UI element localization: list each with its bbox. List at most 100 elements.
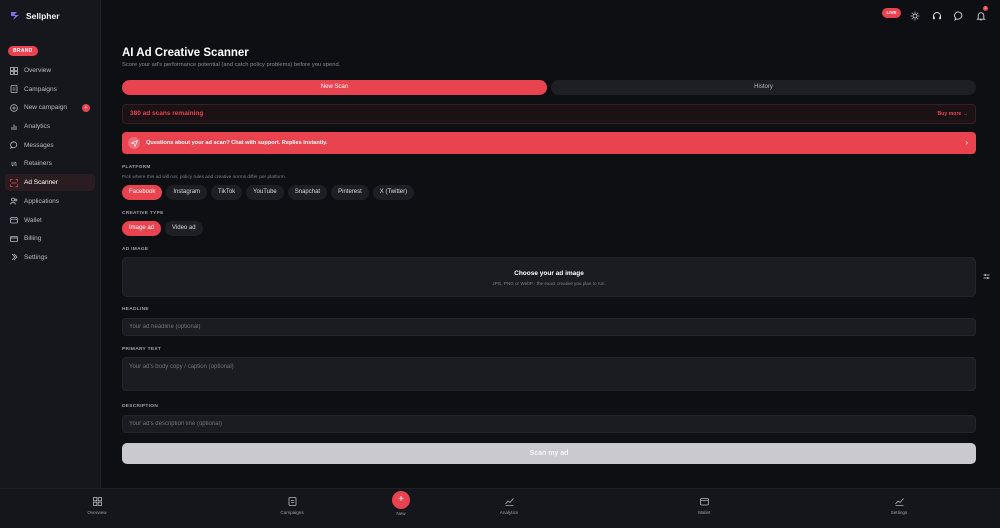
sidebar-item-analytics[interactable]: Analytics xyxy=(5,118,95,135)
platform-chip-instagram[interactable]: Instagram xyxy=(166,185,208,200)
bottom-nav-analytics[interactable]: Analytics xyxy=(489,497,529,515)
bottom-nav-campaigns[interactable]: Campaigns xyxy=(272,497,312,515)
sidebar-item-label: Billing xyxy=(24,235,42,243)
chat-bubble-icon[interactable] xyxy=(954,8,964,22)
headline-label: HEADLINE xyxy=(122,307,149,312)
repeat-icon xyxy=(10,160,18,168)
ad-image-dropzone[interactable]: Choose your ad image JPG, PNG or WebP · … xyxy=(122,257,976,297)
wallet-icon xyxy=(10,216,18,224)
notification-count: 3 xyxy=(983,6,988,11)
description-input[interactable] xyxy=(122,415,976,433)
sidebar-item-applications[interactable]: Applications xyxy=(5,193,95,210)
bottom-nav-label: Settings xyxy=(890,510,908,515)
sidebar-item-label: Ad Scanner xyxy=(24,179,58,187)
platform-chip-pinterest[interactable]: Pinterest xyxy=(331,185,369,200)
grid-icon xyxy=(92,497,102,506)
settings-icon xyxy=(894,498,904,506)
sidebar-item-label: Analytics xyxy=(24,123,51,131)
trend-icon xyxy=(504,498,514,506)
sidebar-item-new-campaign[interactable]: New campaign + xyxy=(5,99,95,116)
sidebar-item-label: Campaigns xyxy=(24,85,57,93)
platform-chip-snapchat[interactable]: Snapchat xyxy=(287,185,328,200)
scan-button[interactable]: Scan my ad xyxy=(122,443,976,464)
creative-type-options: Image ad Video ad xyxy=(122,221,203,236)
bar-chart-icon xyxy=(10,123,18,131)
upload-subtitle: JPG, PNG or WebP · the exact creative yo… xyxy=(492,281,606,286)
primary-text-input[interactable] xyxy=(122,357,976,391)
bottom-nav: Overview Campaigns Analytics Wallet Sett… xyxy=(0,488,1000,528)
tab-history[interactable]: History xyxy=(551,80,976,95)
description-label: DESCRIPTION xyxy=(122,404,159,409)
card-icon xyxy=(10,235,18,243)
document-icon xyxy=(10,85,18,94)
tab-new-scan[interactable]: New Scan xyxy=(122,80,547,95)
platform-hint: Pick where this ad will run; policy rule… xyxy=(122,175,287,180)
platform-options: Facebook Instagram TikTok YouTube Snapch… xyxy=(122,185,415,200)
plus-icon: + xyxy=(398,494,404,505)
buy-more-link[interactable]: Buy more → xyxy=(937,111,968,117)
sidebar-nav: Overview Campaigns New campaign + Analyt… xyxy=(5,62,95,268)
bottom-nav-label: Analytics xyxy=(499,510,519,515)
platform-chip-facebook[interactable]: Facebook xyxy=(122,185,163,200)
sidebar-item-label: Overview xyxy=(24,67,52,74)
bottom-nav-wallet[interactable]: Wallet xyxy=(684,497,724,515)
new-fab-button[interactable]: + xyxy=(392,491,410,509)
sidebar: Sellpher BRAND Overview Campaigns New ca… xyxy=(0,0,101,488)
grid-icon xyxy=(10,66,18,75)
platform-label: PLATFORM xyxy=(122,165,151,170)
sidebar-item-messages[interactable]: Messages xyxy=(5,137,95,154)
scans-remaining: 380 ad scans remaining xyxy=(130,110,204,117)
sidebar-item-label: Retainers xyxy=(24,160,52,168)
sidebar-item-campaigns[interactable]: Campaigns xyxy=(5,81,95,98)
platform-chip-youtube[interactable]: YouTube xyxy=(246,185,284,200)
sidebar-item-billing[interactable]: Billing xyxy=(5,230,95,247)
live-badge[interactable]: LIVE xyxy=(882,8,901,18)
settings-icon xyxy=(10,253,18,261)
send-icon xyxy=(128,137,140,149)
users-icon xyxy=(10,197,18,205)
bottom-nav-label: Campaigns xyxy=(280,510,304,515)
sidebar-item-label: Messages xyxy=(24,141,54,149)
brand-name: Sellpher xyxy=(26,10,60,21)
bottom-nav-label: Wallet xyxy=(697,510,711,515)
document-icon xyxy=(288,497,296,506)
creative-chip-video[interactable]: Video ad xyxy=(165,221,203,236)
sidebar-item-label: Applications xyxy=(24,197,60,205)
platform-chip-x[interactable]: X (Twitter) xyxy=(372,185,415,200)
chevron-right-icon: › xyxy=(965,138,968,147)
sidebar-item-label: New campaign xyxy=(24,104,67,112)
role-badge: BRAND xyxy=(8,46,38,56)
sidebar-item-settings[interactable]: Settings xyxy=(5,249,95,266)
sidebar-item-wallet[interactable]: Wallet xyxy=(5,212,95,229)
sun-icon[interactable] xyxy=(910,8,920,21)
scans-remaining-box: 380 ad scans remaining Buy more → xyxy=(122,104,976,124)
new-campaign-badge: + xyxy=(82,103,90,112)
support-banner[interactable]: Questions about your ad scan? Chat with … xyxy=(122,132,976,154)
ad-image-label: AD IMAGE xyxy=(122,247,149,252)
platform-chip-tiktok[interactable]: TikTok xyxy=(211,185,243,200)
chat-icon xyxy=(10,141,18,150)
sidebar-item-overview[interactable]: Overview xyxy=(5,62,95,79)
bottom-nav-label: Overview xyxy=(87,510,107,515)
creative-chip-image[interactable]: Image ad xyxy=(122,221,162,236)
new-fab-label: New xyxy=(396,511,406,516)
sidebar-item-label: Settings xyxy=(24,253,48,261)
upload-title: Choose your ad image xyxy=(514,270,584,277)
sidebar-item-retainers[interactable]: Retainers xyxy=(5,155,95,172)
headset-icon[interactable] xyxy=(932,8,942,20)
headline-input[interactable] xyxy=(122,318,976,336)
bottom-nav-overview[interactable]: Overview xyxy=(77,497,117,515)
brand[interactable]: Sellpher xyxy=(10,10,60,21)
wallet-icon xyxy=(699,498,709,506)
plus-circle-icon xyxy=(10,104,18,112)
creative-type-label: CREATIVE TYPE xyxy=(122,211,164,216)
page-title: AI Ad Creative Scanner xyxy=(122,47,249,59)
primary-text-label: PRIMARY TEXT xyxy=(122,347,162,352)
sidebar-item-ad-scanner[interactable]: Ad Scanner xyxy=(5,174,95,192)
scan-icon xyxy=(10,178,18,187)
logo-icon xyxy=(11,12,19,20)
bottom-nav-settings[interactable]: Settings xyxy=(879,497,919,515)
support-text: Questions about your ad scan? Chat with … xyxy=(146,140,328,146)
sliders-icon[interactable] xyxy=(983,267,990,279)
page-subtitle: Score your ad's performance potential (a… xyxy=(122,62,341,68)
